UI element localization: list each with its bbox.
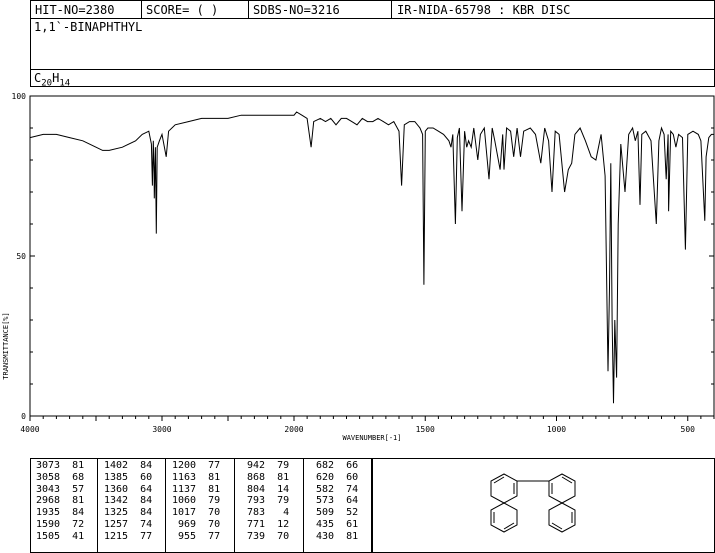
- formula-c-count: 20: [41, 78, 53, 89]
- peak-row: 1215 77: [104, 530, 153, 542]
- peak-col-divider-4: [303, 458, 304, 553]
- formula-h-count: 14: [59, 78, 71, 89]
- ir-spectrum-chart: 4000 3000 2000 1500 1000 500 100500 WAVENUMBE…: [2, 92, 715, 442]
- x-tick-label: 1500: [416, 425, 435, 434]
- header-rule-1: [31, 18, 714, 19]
- peak-row: 1163 81: [172, 471, 221, 483]
- peak-row: 1935 84: [36, 507, 85, 519]
- peak-row: 1325 84: [104, 507, 153, 519]
- peak-row: 682 66: [310, 460, 359, 471]
- peak-row: 573 64: [310, 495, 359, 507]
- peak-row: 620 60: [310, 471, 359, 483]
- y-tick-label: 0: [21, 412, 26, 421]
- peak-row: 1137 81: [172, 483, 221, 495]
- peak-row: 3073 81: [36, 460, 85, 471]
- peak-column: 682 66 620 60 582 74 573 64 509 52 435 6…: [310, 460, 358, 543]
- compound-formula: C20H14: [34, 71, 70, 88]
- peak-row: 955 77: [172, 530, 221, 542]
- binaphthyl-structure: [490, 473, 576, 533]
- x-tick-label: 1000: [547, 425, 566, 434]
- peak-row: 1342 84: [104, 495, 153, 507]
- peak-row: 435 61: [310, 518, 359, 530]
- x-axis-label: WAVENUMBER[-1]: [342, 434, 401, 442]
- peak-column: 1200 77 1163 81 1137 81 1060 79 1017 70 969 …: [172, 460, 220, 543]
- hit-no: HIT-NO=2380: [35, 3, 115, 17]
- header-box: HIT-NO=2380 SCORE= ( ) SDBS-NO=3216 IR-N…: [30, 0, 715, 88]
- compound-name: 1,1`-BINAPHTHYL: [34, 20, 143, 34]
- peak-row: 1200 77: [172, 460, 221, 471]
- peak-row: 3058 68: [36, 471, 85, 483]
- peak-row: 1402 84: [104, 460, 153, 471]
- peak-row: 582 74: [310, 483, 359, 495]
- ir-nida: IR-NIDA-65798 : KBR DISC: [397, 3, 571, 17]
- x-tick-label: 4000: [20, 425, 39, 434]
- peak-row: 868 81: [241, 471, 290, 483]
- x-tick-label: 2000: [284, 425, 303, 434]
- peak-row: 771 12: [241, 518, 290, 530]
- peak-row: 969 70: [172, 518, 221, 530]
- peak-column: 3073 81 3058 68 3043 57 2968 81 1935 84 1590 …: [36, 460, 84, 543]
- peak-row: 1590 72: [36, 518, 85, 530]
- peak-row: 1017 70: [172, 507, 221, 519]
- peak-row: 509 52: [310, 507, 359, 519]
- peak-row: 1060 79: [172, 495, 221, 507]
- y-tick-label: 100: [12, 92, 27, 101]
- peak-row: 2968 81: [36, 495, 85, 507]
- peak-row: 739 70: [241, 530, 290, 542]
- peak-row: 942 79: [241, 460, 290, 471]
- x-tick-labels: 4000 3000 2000 1500 1000 500: [20, 425, 695, 434]
- peak-column: 1402 84 1385 60 1360 64 1342 84 1325 84 1257 …: [104, 460, 152, 543]
- header-rule-2: [31, 69, 714, 70]
- y-axis-label: TRANSMITTANCE[%]: [2, 312, 10, 379]
- y-tick-label: 50: [16, 252, 26, 261]
- peak-row: 430 81: [310, 530, 359, 542]
- header-divider-2: [248, 1, 249, 19]
- peak-col-divider-2: [165, 458, 166, 553]
- peak-row: 1360 64: [104, 483, 153, 495]
- peak-row: 804 14: [241, 483, 290, 495]
- peak-col-divider-3: [234, 458, 235, 553]
- peak-row: 3043 57: [36, 483, 85, 495]
- x-tick-label: 3000: [152, 425, 171, 434]
- header-divider-3: [391, 1, 392, 19]
- header-divider-1: [141, 1, 142, 19]
- peak-row: 1385 60: [104, 471, 153, 483]
- peak-row: 783 4: [241, 507, 290, 519]
- peak-col-divider-1: [97, 458, 98, 553]
- peak-row: 793 79: [241, 495, 290, 507]
- peak-column: 942 79 868 81 804 14 793 79 783 4 771 12…: [241, 460, 289, 543]
- peak-row: 1257 74: [104, 518, 153, 530]
- y-tick-labels: 100 50 0: [12, 92, 27, 421]
- spectrum-series-line: [29, 111, 714, 404]
- x-tick-label: 500: [681, 425, 696, 434]
- peak-row: 1505 41: [36, 530, 85, 542]
